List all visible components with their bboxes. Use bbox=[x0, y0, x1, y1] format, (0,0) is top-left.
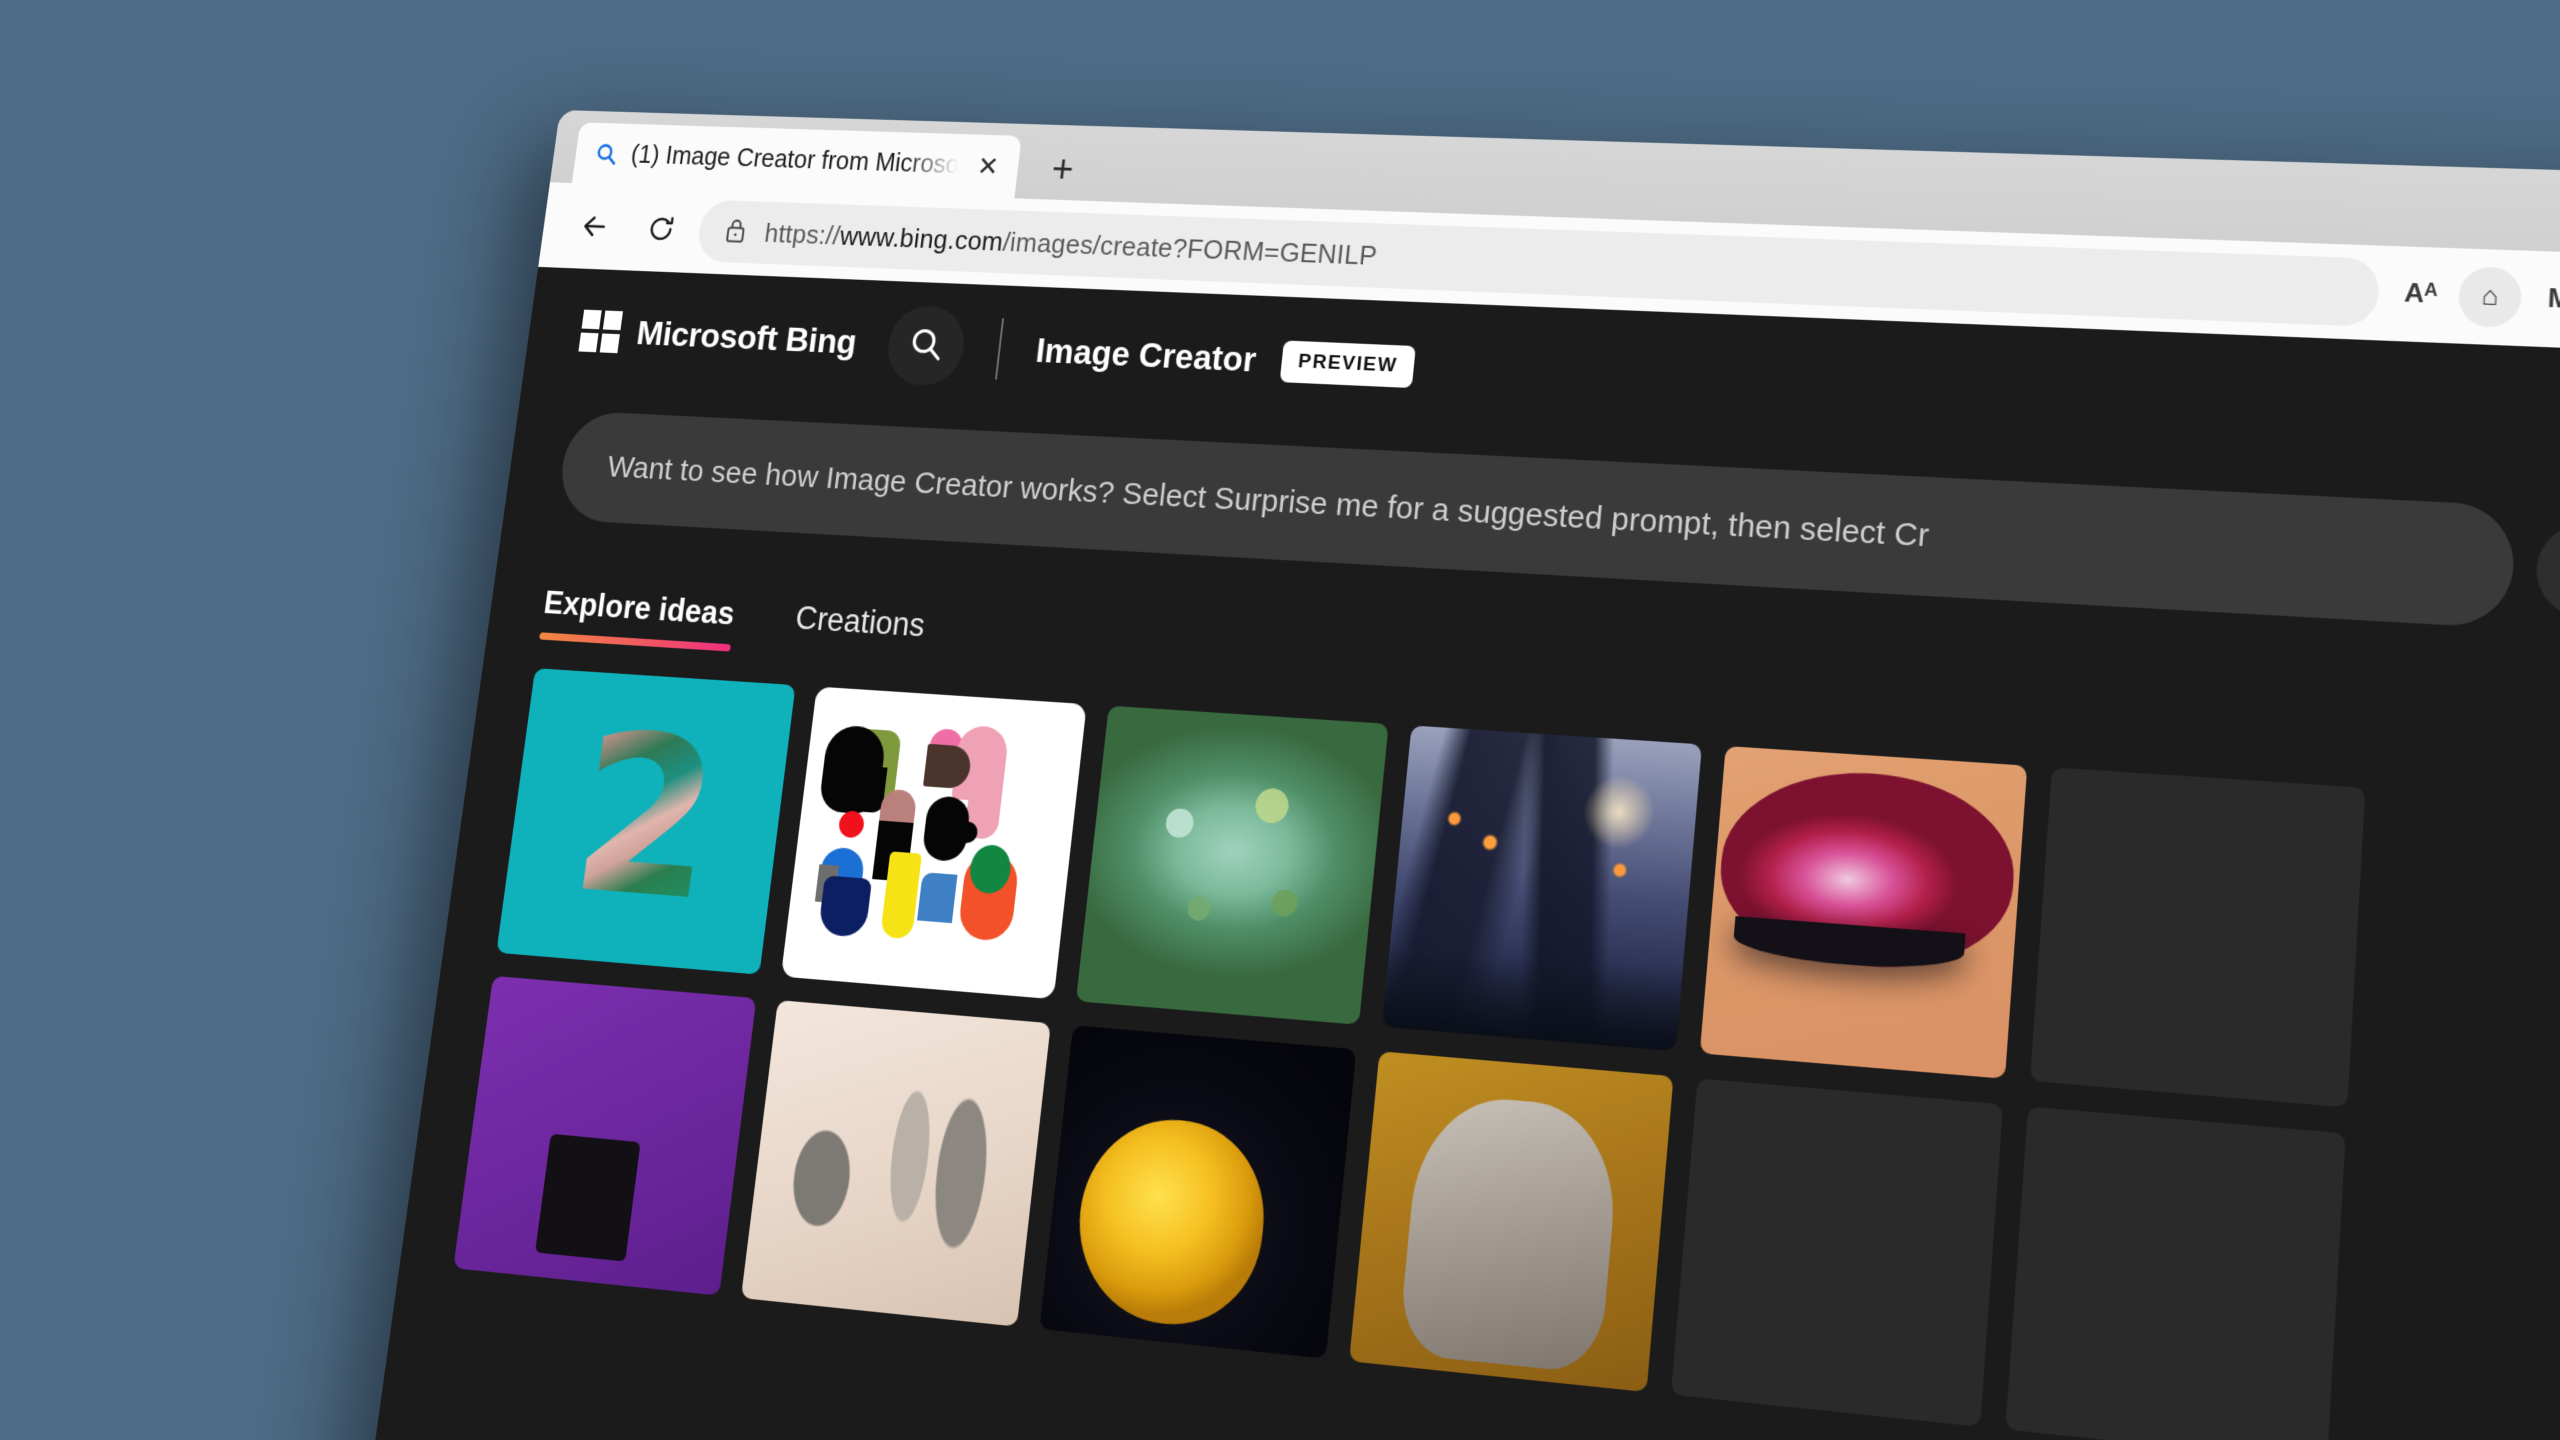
extension-tray: Aᴬ ⌂ M ▯ ✖ ▦ ● ◐ ⟲ bbox=[2388, 264, 2560, 349]
lock-icon bbox=[722, 216, 750, 247]
idea-gallery: 2 bbox=[453, 668, 2560, 1440]
tile-dark-castle[interactable] bbox=[1381, 725, 1702, 1052]
browser-window: (1) Image Creator from Microsoft ✕ + htt… bbox=[333, 110, 2560, 1440]
tab-explore-ideas-label: Explore ideas bbox=[541, 584, 737, 632]
url-host: www.bing.com bbox=[838, 219, 1005, 257]
desktop-stage: (1) Image Creator from Microsoft ✕ + htt… bbox=[0, 0, 2560, 1440]
brand-name: Microsoft Bing bbox=[634, 313, 859, 362]
header-divider bbox=[995, 318, 1005, 380]
close-icon[interactable]: ✕ bbox=[970, 149, 1007, 184]
tile-abstract-shapes[interactable] bbox=[780, 686, 1087, 1000]
tile-edge-clipped-2[interactable] bbox=[1670, 1078, 2004, 1427]
tile-beige-objects[interactable] bbox=[740, 1000, 1051, 1327]
microsoft-bing-logo[interactable]: Microsoft Bing bbox=[578, 309, 859, 364]
tile-number-two-chameleon[interactable]: 2 bbox=[496, 668, 796, 975]
back-button[interactable] bbox=[562, 195, 627, 258]
prompt-input[interactable]: Want to see how Image Creator works? Sel… bbox=[605, 450, 1930, 555]
tab-creations[interactable]: Creations bbox=[791, 599, 927, 663]
address-bar-url: https://www.bing.com/images/create?FORM=… bbox=[763, 217, 1379, 271]
url-path: /images/create?FORM=GENILP bbox=[1001, 225, 1379, 271]
read-aloud-icon[interactable]: Aᴬ bbox=[2388, 264, 2453, 326]
microsoft-logo-icon bbox=[578, 309, 624, 354]
header-search-button[interactable] bbox=[883, 304, 969, 388]
tab-title: (1) Image Creator from Microsoft bbox=[629, 140, 961, 180]
tab-creations-label: Creations bbox=[793, 599, 927, 644]
status-badge: PREVIEW bbox=[1279, 340, 1416, 389]
search-icon bbox=[905, 323, 947, 368]
tile-purple-scene[interactable] bbox=[453, 975, 757, 1296]
search-icon bbox=[593, 141, 620, 167]
url-scheme: https:// bbox=[762, 217, 843, 251]
abstract-shape-art bbox=[794, 700, 1073, 985]
bing-image-creator-page: Microsoft Bing Image Creator PREVIEW Joe bbox=[333, 266, 2560, 1440]
tile-numeral: 2 bbox=[559, 687, 732, 952]
reload-button[interactable] bbox=[628, 197, 694, 261]
gmail-extension-icon[interactable]: M bbox=[2527, 268, 2560, 330]
new-tab-button[interactable]: + bbox=[1030, 138, 1095, 200]
boost-counter[interactable]: 22 bbox=[2534, 521, 2560, 625]
page-title: Image Creator bbox=[1033, 330, 1259, 379]
tile-colorful-eye-makeup[interactable] bbox=[1699, 745, 2028, 1079]
collections-icon[interactable]: ⌂ bbox=[2457, 266, 2523, 329]
tile-succulent-bouquet[interactable] bbox=[1075, 705, 1389, 1025]
tile-elephant[interactable] bbox=[1349, 1051, 1674, 1393]
tile-yellow-citrus[interactable] bbox=[1039, 1025, 1357, 1359]
tile-edge-clipped[interactable] bbox=[2029, 767, 2366, 1108]
tab-explore-ideas[interactable]: Explore ideas bbox=[539, 584, 737, 651]
tile-edge-clipped-3[interactable] bbox=[2005, 1106, 2346, 1440]
